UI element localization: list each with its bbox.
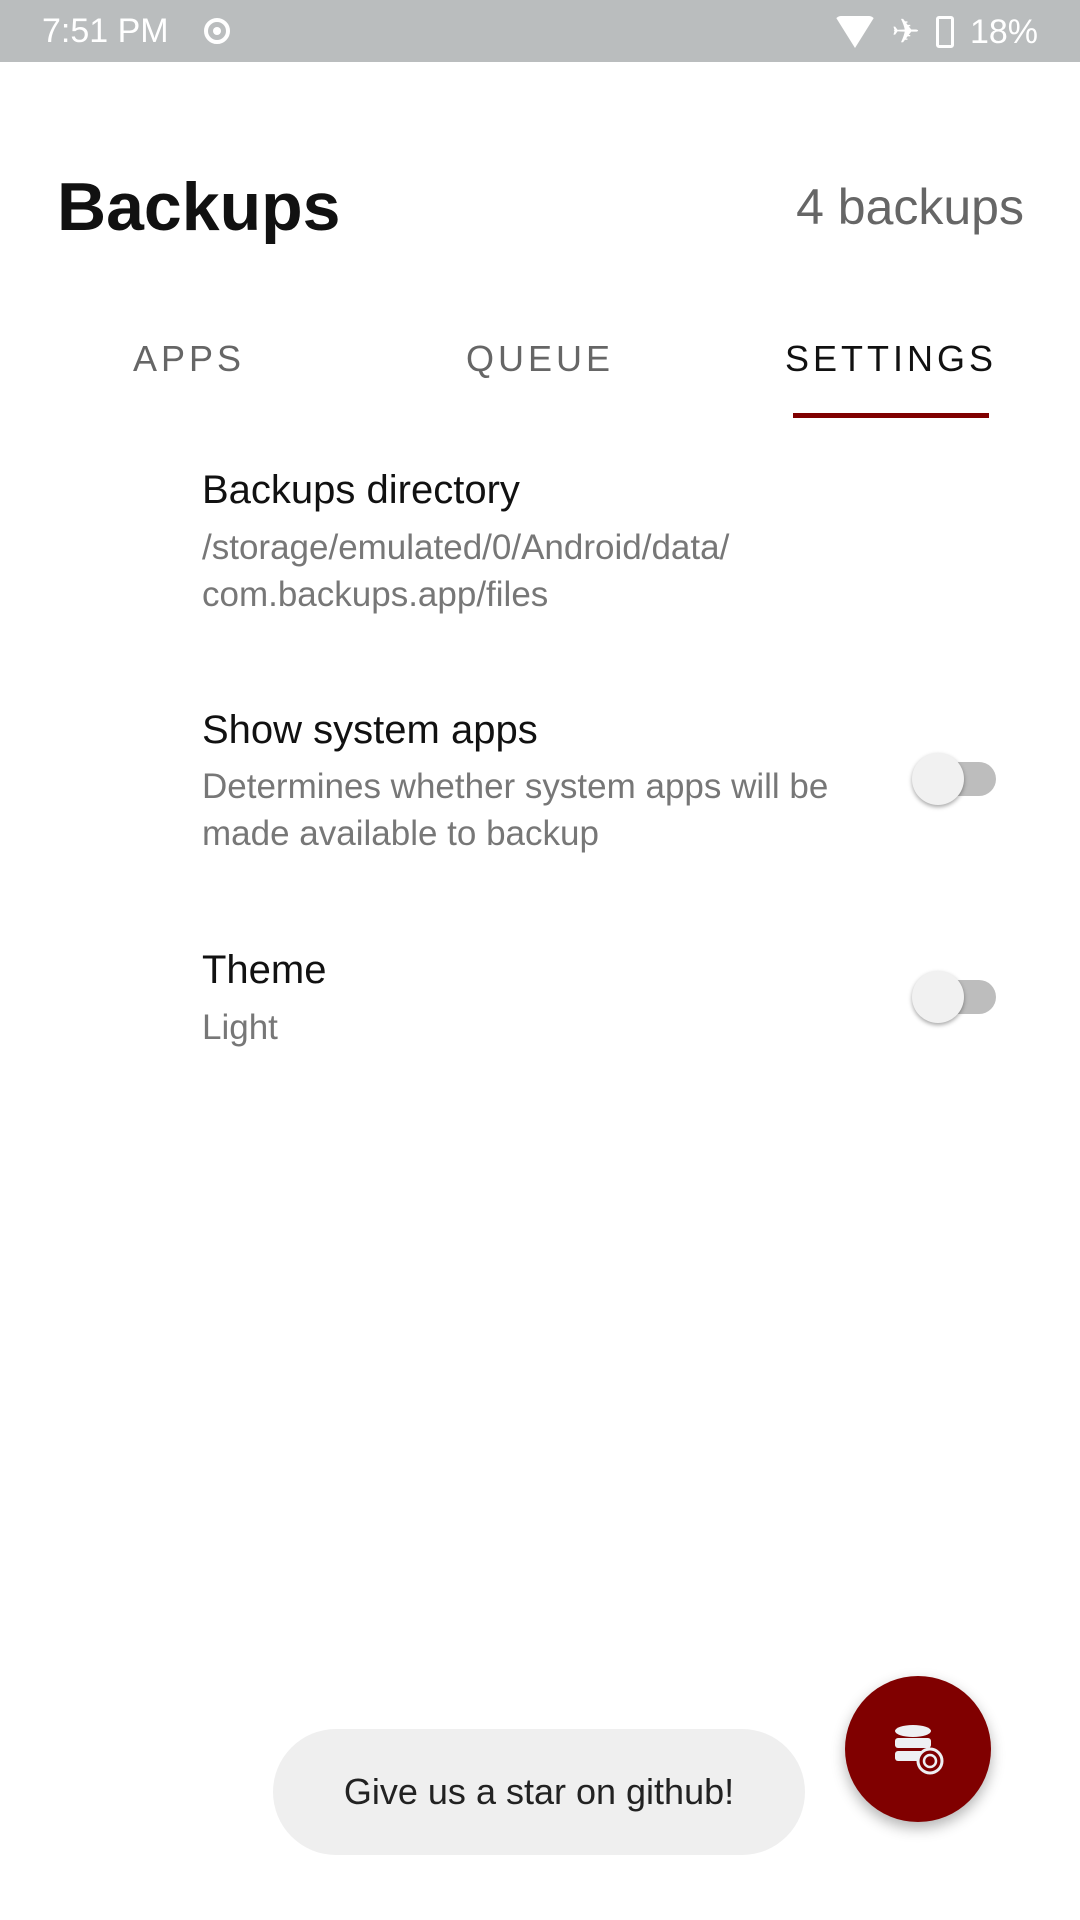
database-sync-icon: [895, 1725, 944, 1775]
setting-title: Show system apps: [202, 708, 538, 752]
toast-message: Give us a star on github!: [273, 1729, 805, 1855]
page-title: Backups: [57, 169, 341, 245]
tab-queue[interactable]: QUEUE: [390, 338, 690, 380]
setting-subtitle: /storage/emulated/0/Android/data/ com.ba…: [202, 528, 730, 614]
battery-percent: 18%: [969, 12, 1038, 51]
setting-title: Theme: [202, 948, 327, 992]
backup-count: 4 backups: [796, 179, 1024, 235]
airplane-icon: ✈: [891, 13, 920, 51]
status-bar: 7:51 PM ✈ 18%: [0, 0, 1080, 62]
tab-apps[interactable]: APPS: [39, 338, 339, 380]
show-system-apps-toggle[interactable]: [912, 748, 996, 808]
toast-text: Give us a star on github!: [343, 1771, 735, 1812]
theme-toggle[interactable]: [912, 966, 996, 1026]
setting-subtitle: Determines whether system apps will be m…: [202, 767, 829, 853]
status-time: 7:51 PM: [42, 12, 169, 50]
screen-record-icon: [204, 18, 230, 44]
wifi-icon: [835, 16, 876, 48]
battery-charging-icon: [935, 16, 954, 48]
active-tab-indicator: [793, 413, 989, 418]
tab-settings[interactable]: SETTINGS: [741, 338, 1041, 380]
setting-title: Backups directory: [202, 468, 520, 512]
setting-subtitle: Light: [202, 1008, 278, 1047]
backup-fab[interactable]: [845, 1676, 991, 1822]
